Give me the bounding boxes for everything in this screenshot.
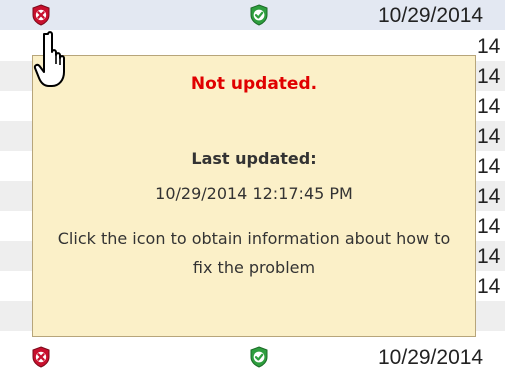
- last-updated-date: 14: [477, 185, 501, 208]
- last-updated-date: 10/29/2014: [378, 346, 484, 369]
- tooltip-last-updated-value: 10/29/2014 12:17:45 PM: [155, 184, 353, 203]
- last-updated-date: 14: [477, 215, 501, 238]
- tooltip-message: Click the icon to obtain information abo…: [57, 229, 451, 277]
- last-updated-date: 14: [477, 125, 501, 148]
- ok-shield-icon[interactable]: [248, 4, 270, 26]
- last-updated-date: 10/29/2014: [378, 4, 484, 27]
- last-updated-date: 14: [477, 245, 501, 268]
- last-updated-date: 14: [477, 275, 501, 298]
- tooltip-title: Not updated.: [190, 74, 318, 94]
- table-row[interactable]: 10/29/2014: [0, 0, 505, 30]
- tooltip-last-updated-label: Last updated:: [191, 149, 317, 168]
- error-shield-icon[interactable]: [30, 346, 52, 368]
- last-updated-date: 14: [477, 65, 501, 88]
- table-row[interactable]: 10/29/2014: [0, 342, 505, 372]
- last-updated-date: 14: [477, 35, 501, 58]
- hand-pointer-icon: [33, 31, 65, 87]
- last-updated-date: 14: [477, 95, 501, 118]
- status-tooltip: Not updated. Last updated: 10/29/2014 12…: [32, 55, 476, 337]
- ok-shield-icon[interactable]: [248, 346, 270, 368]
- last-updated-date: 14: [477, 155, 501, 178]
- error-shield-icon[interactable]: [30, 4, 52, 26]
